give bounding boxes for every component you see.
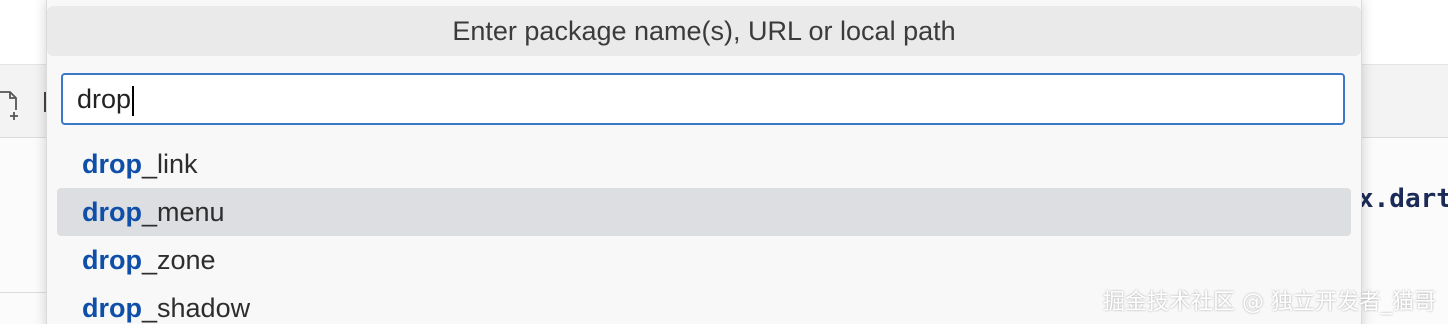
suggestion-match-text: drop — [82, 245, 142, 275]
background-divider — [0, 292, 46, 293]
new-file-icon[interactable] — [0, 88, 22, 122]
editor-tab-filename[interactable]: x.dart — [1358, 184, 1448, 214]
suggestion-match-text: drop — [82, 293, 142, 323]
watermark-text: 掘金技术社区 @ 独立开发者_猫哥 — [1103, 290, 1436, 315]
text-caret — [132, 85, 135, 116]
suggestion-rest-text: _zone — [142, 245, 216, 275]
package-search-input[interactable]: drop — [61, 73, 1345, 125]
search-input-value: drop — [77, 84, 132, 114]
app-window: x.dart Enter package name(s), URL or loc… — [0, 0, 1448, 324]
suggestion-match-text: drop — [82, 149, 142, 179]
suggestion-match-text: drop — [82, 197, 142, 227]
quick-pick-panel: Enter package name(s), URL or local path… — [46, 0, 1362, 324]
suggestion-rest-text: _link — [142, 149, 198, 179]
suggestion-item-selected[interactable]: drop_menu — [57, 188, 1351, 236]
quick-pick-title: Enter package name(s), URL or local path — [47, 6, 1361, 56]
suggestion-rest-text: _menu — [142, 197, 225, 227]
suggestion-item[interactable]: drop_link — [57, 140, 1351, 188]
suggestion-rest-text: _shadow — [142, 293, 251, 323]
suggestion-item[interactable]: drop_zone — [57, 236, 1351, 284]
